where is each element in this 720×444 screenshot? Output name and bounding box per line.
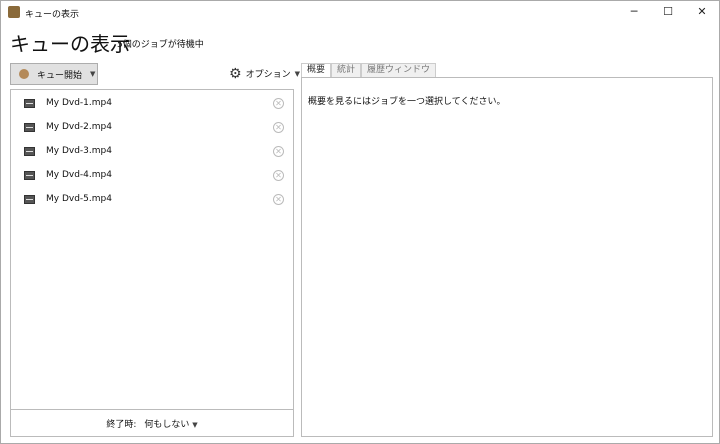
remove-icon[interactable]: ✕ — [273, 193, 284, 205]
queue-window: キューの表示 ─ ☐ ✕ キューの表示 5個のジョブが待機中 キュー開始 ▼ ⚙… — [0, 0, 720, 444]
when-done-value: 何もしない — [144, 419, 190, 430]
list-item[interactable]: My Dvd-3.mp4 ✕ — [11, 139, 293, 163]
gear-icon: ⚙ — [229, 65, 242, 82]
file-name: My Dvd-4.mp4 — [46, 170, 112, 180]
summary-message: 概要を見るにはジョブを一つ選択してください。 — [308, 97, 506, 107]
chevron-down-icon: ▼ — [192, 420, 198, 429]
options-label: オプション — [245, 70, 291, 80]
window-title: キューの表示 — [25, 10, 80, 20]
video-file-icon — [24, 122, 35, 132]
chevron-down-icon: ▼ — [294, 69, 300, 78]
list-item[interactable]: My Dvd-2.mp4 ✕ — [11, 115, 293, 139]
queue-list: My Dvd-1.mp4 ✕ My Dvd-2.mp4 ✕ My Dvd-3.mp4… — [10, 89, 294, 437]
job-count: 5個のジョブが待機中 — [117, 40, 204, 50]
tab-summary[interactable]: 概要 — [301, 63, 332, 78]
remove-icon[interactable]: ✕ — [273, 121, 284, 133]
video-file-icon — [24, 146, 35, 156]
video-file-icon — [24, 170, 35, 180]
file-name: My Dvd-2.mp4 — [46, 122, 112, 132]
play-icon — [19, 69, 29, 79]
list-item[interactable]: My Dvd-5.mp4 ✕ — [11, 187, 293, 211]
when-done-bar: 終了時: 何もしない ▼ — [11, 409, 293, 436]
when-done-dropdown[interactable]: 何もしない ▼ — [144, 417, 197, 430]
minimize-button[interactable]: ─ — [617, 1, 651, 23]
start-queue-label: キュー開始 — [37, 70, 83, 81]
file-name: My Dvd-3.mp4 — [46, 146, 112, 156]
options-button[interactable]: ⚙ オプション ▼ — [229, 65, 300, 82]
start-queue-button[interactable]: キュー開始 ▼ — [10, 63, 98, 85]
list-item[interactable]: My Dvd-4.mp4 ✕ — [11, 163, 293, 187]
tab-activity-window[interactable]: 履歴ウィンドウ — [361, 63, 437, 77]
remove-icon[interactable]: ✕ — [273, 145, 284, 157]
app-icon — [8, 6, 20, 18]
tab-statistics[interactable]: 統計 — [331, 63, 362, 77]
detail-tabs: 概要 統計 履歴ウィンドウ — [301, 63, 437, 78]
remove-icon[interactable]: ✕ — [273, 97, 284, 109]
file-name: My Dvd-1.mp4 — [46, 98, 112, 108]
list-item[interactable]: My Dvd-1.mp4 ✕ — [11, 91, 293, 115]
close-button[interactable]: ✕ — [685, 1, 719, 23]
page-title: キューの表示 — [10, 32, 130, 56]
video-file-icon — [24, 98, 35, 108]
chevron-down-icon: ▼ — [90, 70, 96, 78]
maximize-button[interactable]: ☐ — [651, 1, 685, 23]
when-done-label: 終了時: — [106, 419, 137, 430]
summary-panel: 概要を見るにはジョブを一つ選択してください。 — [301, 77, 713, 437]
file-name: My Dvd-5.mp4 — [46, 194, 112, 204]
title-bar: キューの表示 ─ ☐ ✕ — [1, 1, 719, 23]
video-file-icon — [24, 194, 35, 204]
remove-icon[interactable]: ✕ — [273, 169, 284, 181]
